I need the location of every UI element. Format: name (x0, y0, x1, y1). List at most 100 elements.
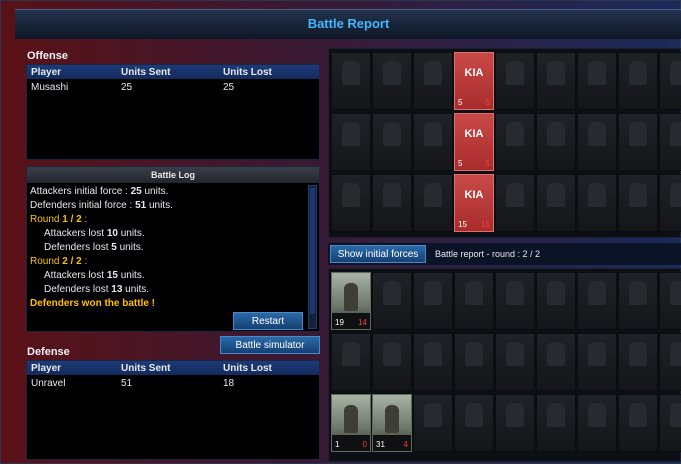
empty-unit-tile (536, 272, 576, 330)
units-lost-count: 15 (481, 220, 490, 229)
col-units-lost: Units Lost (223, 363, 272, 374)
units-lost-count: 0 (362, 440, 367, 449)
empty-unit-tile (577, 52, 617, 110)
kia-unit-tile[interactable]: KIA 5 5 (454, 113, 494, 171)
round-bar: Show initial forces Battle report - roun… (328, 243, 681, 265)
empty-unit-tile (659, 272, 681, 330)
empty-unit-tile (577, 113, 617, 171)
units-lost-count: 14 (358, 318, 367, 327)
player-name: Musashi (31, 82, 69, 93)
empty-unit-tile (618, 272, 658, 330)
empty-unit-tile (495, 272, 535, 330)
window-title: Battle Report (307, 16, 390, 31)
empty-unit-tile (536, 52, 576, 110)
empty-unit-tile (413, 113, 453, 171)
col-units-sent: Units Sent (121, 67, 171, 78)
kia-label: KIA (464, 189, 484, 201)
attacker-unit-grid: KIA 5 5 KIA 5 5 KIA 15 15 (328, 48, 681, 238)
log-round-1: Round 1 / 2 : (30, 214, 88, 225)
empty-unit-tile (495, 52, 535, 110)
empty-unit-tile (413, 394, 453, 452)
scrollbar-thumb[interactable] (310, 188, 315, 314)
kia-label: KIA (464, 67, 484, 79)
empty-unit-tile (618, 333, 658, 391)
units-sent-count: 1 (335, 440, 340, 449)
empty-unit-tile (331, 333, 371, 391)
empty-unit-tile (536, 113, 576, 171)
empty-unit-tile (536, 333, 576, 391)
empty-unit-tile (618, 174, 658, 232)
empty-unit-tile (495, 113, 535, 171)
offense-heading: Offense (27, 50, 68, 62)
empty-unit-tile (618, 113, 658, 171)
units-lost: 18 (223, 378, 235, 389)
log-scrollbar[interactable] (308, 185, 317, 329)
log-result: Defenders won the battle ! (30, 298, 156, 309)
log-defenders-initial: Defenders initial force : 51 units. (30, 200, 173, 211)
units-lost: 25 (223, 82, 235, 93)
table-row: Musashi 25 25 (27, 79, 319, 95)
empty-unit-tile (577, 333, 617, 391)
log-attackers-initial: Attackers initial force : 25 units. (30, 186, 169, 197)
col-player: Player (31, 363, 62, 374)
units-lost-count: 5 (485, 159, 490, 168)
units-sent: 51 (121, 378, 133, 389)
empty-unit-tile (659, 394, 681, 452)
defense-table-header: Player Units Sent Units Lost (27, 361, 319, 375)
units-sent-count: 19 (335, 318, 344, 327)
empty-unit-tile (536, 174, 576, 232)
empty-unit-tile (659, 113, 681, 171)
empty-unit-tile (331, 174, 371, 232)
empty-unit-tile (454, 333, 494, 391)
empty-unit-tile (577, 394, 617, 452)
units-sent-count: 15 (458, 220, 467, 229)
empty-unit-tile (618, 394, 658, 452)
units-sent-count: 5 (458, 159, 463, 168)
col-units-sent: Units Sent (121, 363, 171, 374)
defender-unit-grid: 19 14 1 0 31 4 (328, 268, 681, 462)
empty-unit-tile (577, 174, 617, 232)
kia-label: KIA (464, 128, 484, 140)
round-info: Battle report - round : 2 / 2 (435, 249, 541, 259)
empty-unit-tile (372, 113, 412, 171)
empty-unit-tile (331, 52, 371, 110)
log-r2-attackers: Attackers lost 15 units. (44, 270, 145, 281)
unit-tile[interactable]: 31 4 (372, 394, 412, 452)
log-r2-defenders: Defenders lost 13 units. (44, 284, 150, 295)
offense-table: Player Units Sent Units Lost Musashi 25 … (26, 64, 320, 160)
log-r1-attackers: Attackers lost 10 units. (44, 228, 145, 239)
battle-simulator-button[interactable]: Battle simulator (220, 336, 320, 354)
kia-unit-tile[interactable]: KIA 5 5 (454, 52, 494, 110)
col-player: Player (31, 67, 62, 78)
empty-unit-tile (331, 113, 371, 171)
defense-heading: Defense (27, 346, 70, 358)
offense-table-header: Player Units Sent Units Lost (27, 65, 319, 79)
empty-unit-tile (495, 174, 535, 232)
table-row: Unravel 51 18 (27, 375, 319, 391)
empty-unit-tile (495, 333, 535, 391)
unit-tile[interactable]: 19 14 (331, 272, 371, 330)
kia-unit-tile[interactable]: KIA 15 15 (454, 174, 494, 232)
empty-unit-tile (413, 174, 453, 232)
col-units-lost: Units Lost (223, 67, 272, 78)
unit-tile[interactable]: 10 (331, 394, 371, 452)
empty-unit-tile (372, 52, 412, 110)
units-sent: 25 (121, 82, 133, 93)
empty-unit-tile (372, 333, 412, 391)
title-bar: Battle Report (15, 9, 681, 39)
empty-unit-tile (659, 333, 681, 391)
restart-button[interactable]: Restart (233, 312, 303, 330)
battle-log-heading: Battle Log (27, 167, 319, 183)
defense-table: Player Units Sent Units Lost Unravel 51 … (26, 360, 320, 460)
battle-log-panel: Battle Log Attackers initial force : 25 … (26, 166, 320, 332)
show-initial-forces-button[interactable]: Show initial forces (330, 245, 426, 263)
empty-unit-tile (659, 52, 681, 110)
empty-unit-tile (413, 52, 453, 110)
log-r1-defenders: Defenders lost 5 units. (44, 242, 144, 253)
empty-unit-tile (454, 272, 494, 330)
empty-unit-tile (495, 394, 535, 452)
log-round-2: Round 2 / 2 : (30, 256, 88, 267)
units-sent-count: 5 (458, 98, 463, 107)
empty-unit-tile (618, 52, 658, 110)
empty-unit-tile (372, 272, 412, 330)
